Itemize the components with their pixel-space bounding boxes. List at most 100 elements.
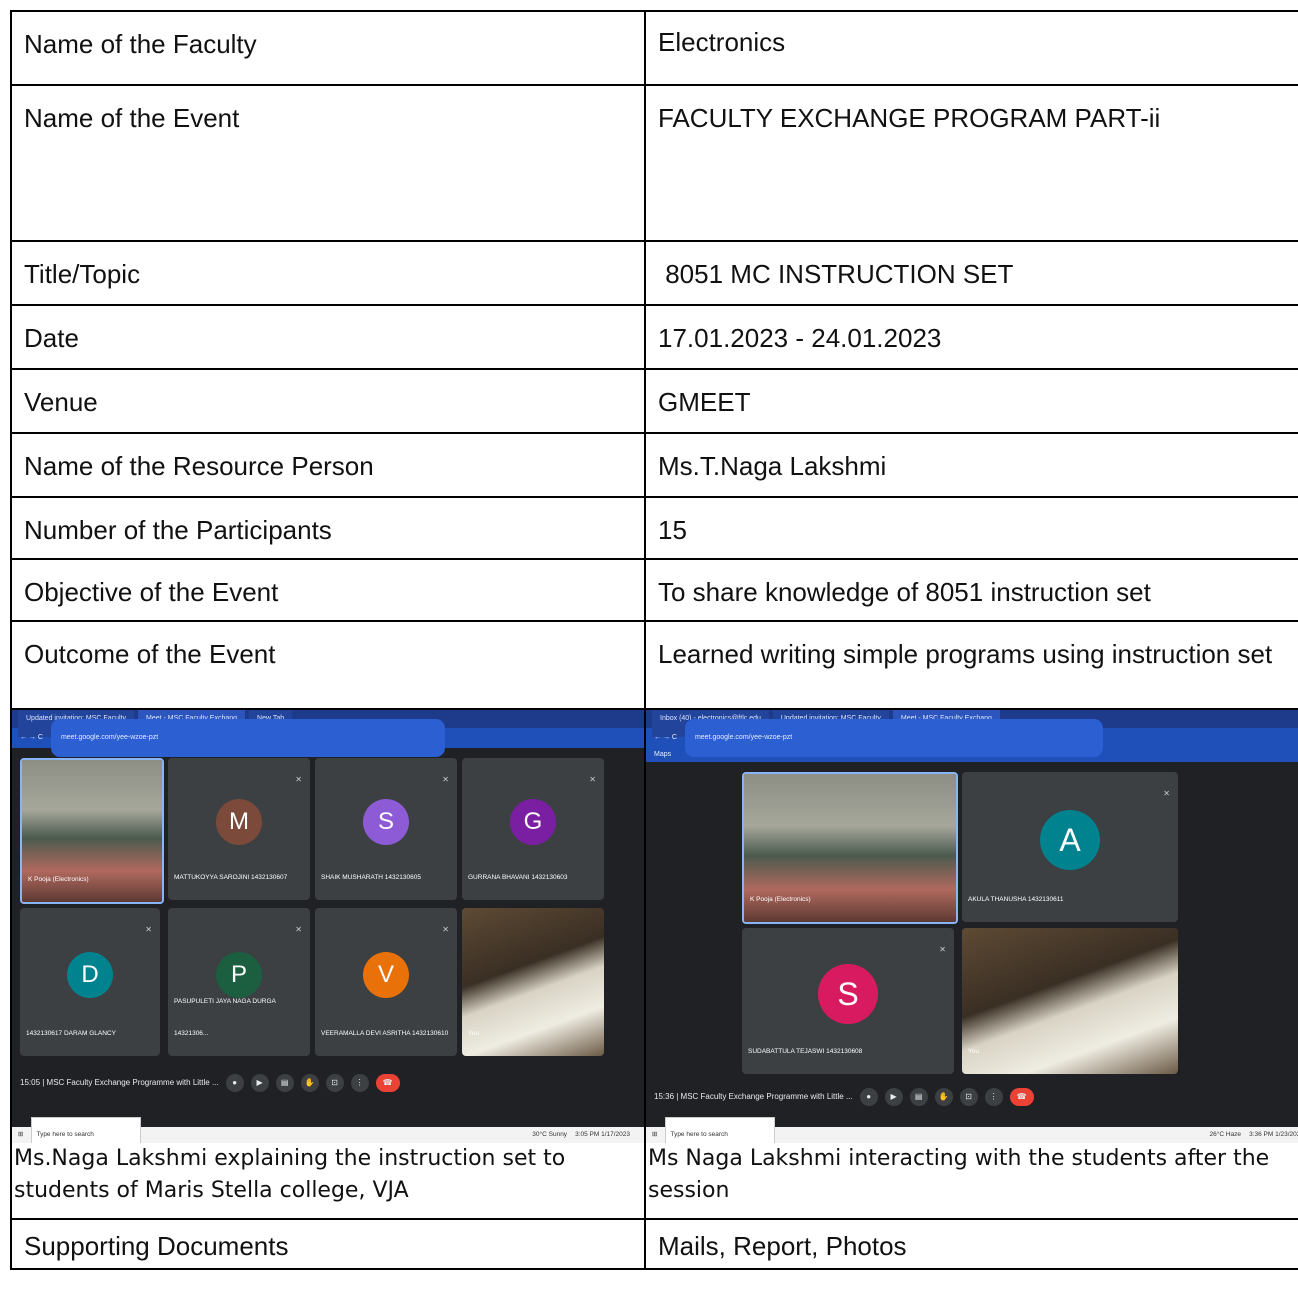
avatar: G	[510, 798, 556, 845]
tile-name: AKULA THANUSHA 1432130611	[968, 896, 1064, 903]
weather-text: 30°C Sunny	[532, 1131, 568, 1138]
taskbar-search: Type here to search	[31, 1117, 142, 1143]
meet-control-bar: 15:05 | MSC Faculty Exchange Programme w…	[12, 1066, 644, 1100]
photo-row: Updated invitation: MSC Faculty Meet - M…	[10, 708, 1298, 1220]
end-call-icon: ☎	[375, 1074, 400, 1092]
row-label: Outcome of the Event	[10, 620, 646, 710]
url-text: meet.google.com/yee-wzoe-pzt	[684, 719, 1104, 757]
avatar: S	[363, 798, 409, 845]
row-value: Ms.T.Naga Lakshmi	[644, 432, 1298, 498]
meeting-title: 15:36 | MSC Faculty Exchange Programme w…	[654, 1092, 853, 1101]
self-video-tile: K Pooja (Electronics)	[20, 758, 164, 904]
mic-off-icon: ✕	[589, 775, 596, 784]
table-row: Number of the Participants 15	[10, 496, 1298, 560]
hand-icon: ✋	[300, 1074, 319, 1092]
photo-caption-left: Ms.Naga Lakshmi explaining the instructi…	[14, 1146, 566, 1203]
avatar: S	[818, 963, 878, 1024]
captions-icon: ▤	[275, 1074, 294, 1092]
row-value: Mails, Report, Photos	[644, 1218, 1298, 1270]
tile-name: SUDABATTULA TEJASWI 1432130608	[748, 1048, 863, 1055]
taskbar: ⊞ Type here to search 26°C Haze 3:36 PM …	[646, 1117, 1298, 1143]
more-icon: ⋮	[350, 1074, 369, 1092]
tile-name: You	[468, 1030, 479, 1037]
label-faculty: Name of the Faculty	[24, 29, 257, 59]
bookmark-maps: Maps	[654, 751, 672, 758]
row-value: 17.01.2023 - 24.01.2023	[644, 304, 1298, 370]
table-row: Outcome of the Event Learned writing sim…	[10, 620, 1298, 710]
mic-off-icon: ✕	[442, 775, 449, 784]
table-row: Name of the Resource Person Ms.T.Naga La…	[10, 432, 1298, 498]
table-row: Objective of the Event To share knowledg…	[10, 558, 1298, 622]
nav-arrows-icon: ← → C	[20, 734, 43, 741]
tile-name: You	[968, 1048, 979, 1055]
mic-off-icon: ✕	[295, 925, 302, 934]
value-date: 17.01.2023 - 24.01.2023	[658, 323, 942, 353]
taskbar: ⊞ Type here to search 30°C Sunny 3:05 PM…	[12, 1117, 644, 1143]
participant-tile: ✕ V VEERAMALLA DEVI ASRITHA 1432130610	[315, 908, 457, 1056]
clock-text: 3:36 PM 1/23/2023	[1249, 1131, 1298, 1138]
value-outcome: Learned writing simple programs using in…	[658, 639, 1273, 669]
tile-name: PASUPULETI JAYA NAGA DURGA 14321306...	[174, 998, 276, 1037]
present-icon: ⊡	[959, 1088, 978, 1106]
value-venue: GMEET	[658, 387, 751, 417]
row-value: Electronics	[644, 10, 1298, 86]
table-row: Venue GMEET	[10, 368, 1298, 434]
tile-name: SHAIK MUSHARATH 1432130605	[321, 874, 421, 881]
table-row: Date 17.01.2023 - 24.01.2023	[10, 304, 1298, 370]
avatar: A	[1040, 809, 1100, 870]
meet-control-bar: 15:36 | MSC Faculty Exchange Programme w…	[646, 1080, 1298, 1114]
label-outcome: Outcome of the Event	[24, 639, 276, 669]
windows-icon: ⊞	[652, 1131, 658, 1138]
captions-icon: ▤	[909, 1088, 928, 1106]
row-value: 8051 MC INSTRUCTION SET	[644, 240, 1298, 306]
avatar: V	[363, 951, 409, 998]
tile-name: 1432130617 DARAM GLANCY	[26, 1030, 116, 1037]
photo-cell-right: Inbox (40) - electronics@ftlc.edu Update…	[644, 708, 1298, 1220]
tile-name: K Pooja (Electronics)	[28, 876, 89, 883]
label-objective: Objective of the Event	[24, 577, 279, 607]
mic-off-icon: ✕	[939, 945, 946, 954]
row-value: FACULTY EXCHANGE PROGRAM PART-ii	[644, 84, 1298, 242]
mic-off-icon: ✕	[442, 925, 449, 934]
participant-tile: ✕ P PASUPULETI JAYA NAGA DURGA 14321306.…	[168, 908, 310, 1056]
value-faculty: Electronics	[658, 27, 786, 57]
photo-cell-left: Updated invitation: MSC Faculty Meet - M…	[10, 708, 646, 1220]
mic-icon: ●	[859, 1088, 878, 1106]
end-call-icon: ☎	[1009, 1088, 1034, 1106]
row-value: To share knowledge of 8051 instruction s…	[644, 558, 1298, 622]
table-row: Title/Topic 8051 MC INSTRUCTION SET	[10, 240, 1298, 306]
row-label: Title/Topic	[10, 240, 646, 306]
clock-text: 3:05 PM 1/17/2023	[575, 1131, 630, 1138]
url-text: meet.google.com/yee-wzoe-pzt	[50, 719, 446, 757]
value-objective: To share knowledge of 8051 instruction s…	[658, 577, 1151, 607]
hand-icon: ✋	[934, 1088, 953, 1106]
presenter-tile: You	[462, 908, 604, 1056]
row-label: Venue	[10, 368, 646, 434]
self-video-tile: K Pooja (Electronics)	[742, 772, 958, 924]
label-venue: Venue	[24, 387, 98, 417]
participant-tile: ✕ G GURRANA BHAVANI 1432130603	[462, 758, 604, 900]
meet-screenshot-left: Updated invitation: MSC Faculty Meet - M…	[12, 710, 644, 1143]
address-bar: ← → C meet.google.com/yee-wzoe-pzt	[646, 719, 1298, 757]
row-value: GMEET	[644, 368, 1298, 434]
value-participants: 15	[658, 515, 687, 545]
row-label: Date	[10, 304, 646, 370]
camera-feed	[962, 928, 1178, 1074]
row-label: Name of the Faculty	[10, 10, 646, 86]
photo-caption-right: Ms Naga Lakshmi interacting with the stu…	[648, 1146, 1270, 1203]
label-resource-person: Name of the Resource Person	[24, 451, 374, 481]
mic-off-icon: ✕	[145, 925, 152, 934]
row-value: Learned writing simple programs using in…	[644, 620, 1298, 710]
present-icon: ⊡	[325, 1074, 344, 1092]
value-supporting-docs: Mails, Report, Photos	[658, 1231, 907, 1261]
windows-icon: ⊞	[18, 1131, 24, 1138]
mic-icon: ●	[225, 1074, 244, 1092]
tile-name: VEERAMALLA DEVI ASRITHA 1432130610	[321, 1030, 449, 1037]
address-bar: ← → C meet.google.com/yee-wzoe-pzt	[12, 719, 644, 757]
more-icon: ⋮	[984, 1088, 1003, 1106]
meeting-title: 15:05 | MSC Faculty Exchange Programme w…	[20, 1078, 219, 1087]
row-label: Supporting Documents	[10, 1218, 646, 1270]
label-topic: Title/Topic	[24, 259, 141, 289]
tile-name: GURRANA BHAVANI 1432130603	[468, 874, 568, 881]
value-event: FACULTY EXCHANGE PROGRAM PART-ii	[658, 103, 1161, 133]
